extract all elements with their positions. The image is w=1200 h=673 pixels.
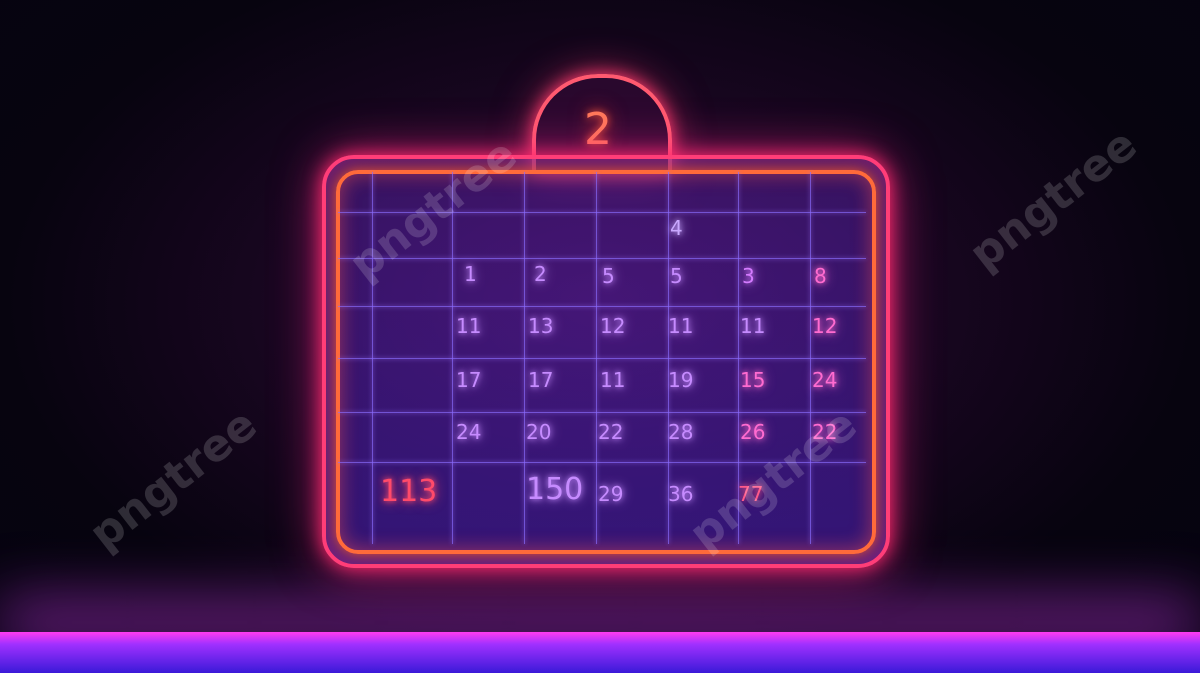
calendar-cell: 26 (740, 420, 766, 444)
calendar-cell: 150 (526, 472, 584, 507)
calendar-cell: 24 (456, 420, 482, 444)
grid-hline (338, 358, 866, 359)
calendar-cell: 2 (534, 262, 547, 286)
calendar-cell: 17 (528, 368, 554, 392)
neon-floor (0, 632, 1200, 673)
calendar-cell: 11 (668, 314, 694, 338)
calendar-cell: 12 (812, 314, 838, 338)
calendar-cell: 19 (668, 368, 694, 392)
grid-hline (338, 258, 866, 259)
calendar-cell: 15 (740, 368, 766, 392)
calendar-cell: 13 (528, 314, 554, 338)
calendar-cell: 20 (526, 420, 552, 444)
watermark: pngtree (960, 118, 1147, 281)
calendar-cell: 11 (456, 314, 482, 338)
calendar-cell: 5 (602, 264, 615, 288)
calendar-cell: 11 (740, 314, 766, 338)
calendar-cell: 29 (598, 482, 624, 506)
calendar-cell: 3 (742, 264, 755, 288)
calendar-cell: 28 (668, 420, 694, 444)
grid-hline (338, 412, 866, 413)
calendar-cell: 8 (814, 264, 827, 288)
calendar-cell: 12 (600, 314, 626, 338)
calendar-cell: 11 (600, 368, 626, 392)
calendar-cell: 24 (812, 368, 838, 392)
watermark: pngtree (80, 398, 267, 561)
grid-hline (338, 306, 866, 307)
calendar-cell: 4 (670, 216, 683, 240)
calendar-cell: 1 (464, 262, 477, 286)
calendar-cell: 36 (668, 482, 694, 506)
calendar-cell: 17 (456, 368, 482, 392)
tab-number: 2 (584, 104, 612, 155)
calendar-cell: 22 (598, 420, 624, 444)
calendar-cell: 113 (380, 474, 438, 509)
calendar-cell: 5 (670, 264, 683, 288)
